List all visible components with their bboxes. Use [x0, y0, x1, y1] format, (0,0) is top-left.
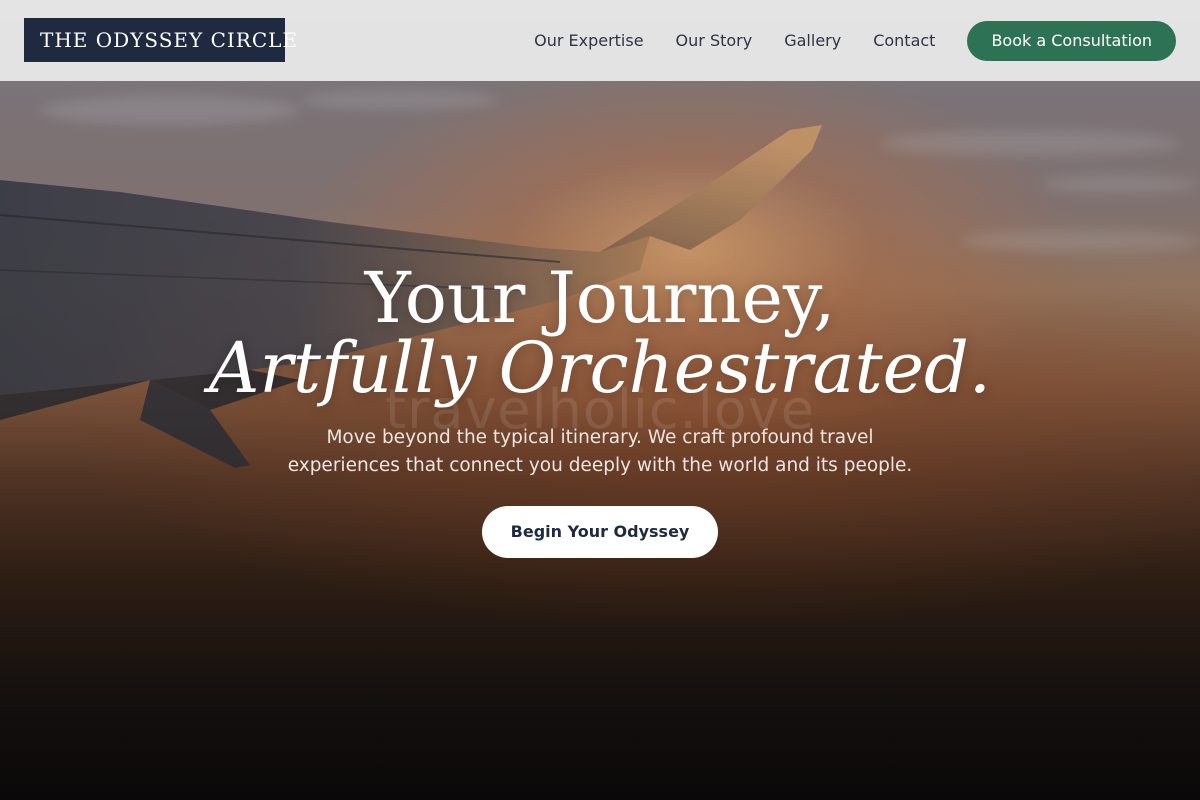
hero-headline-line-1: Your Journey,	[364, 257, 836, 339]
page: THE ODYSSEY CIRCLE Our Expertise Our Sto…	[0, 0, 1200, 800]
hero-headline-line-2: Artfully Orchestrated.	[208, 327, 992, 409]
hero-subtext: Move beyond the typical itinerary. We cr…	[287, 427, 913, 476]
hero-section: Your Journey, travelholic.love Artfully …	[0, 0, 1200, 800]
begin-odyssey-button[interactable]: Begin Your Odyssey	[482, 506, 718, 558]
